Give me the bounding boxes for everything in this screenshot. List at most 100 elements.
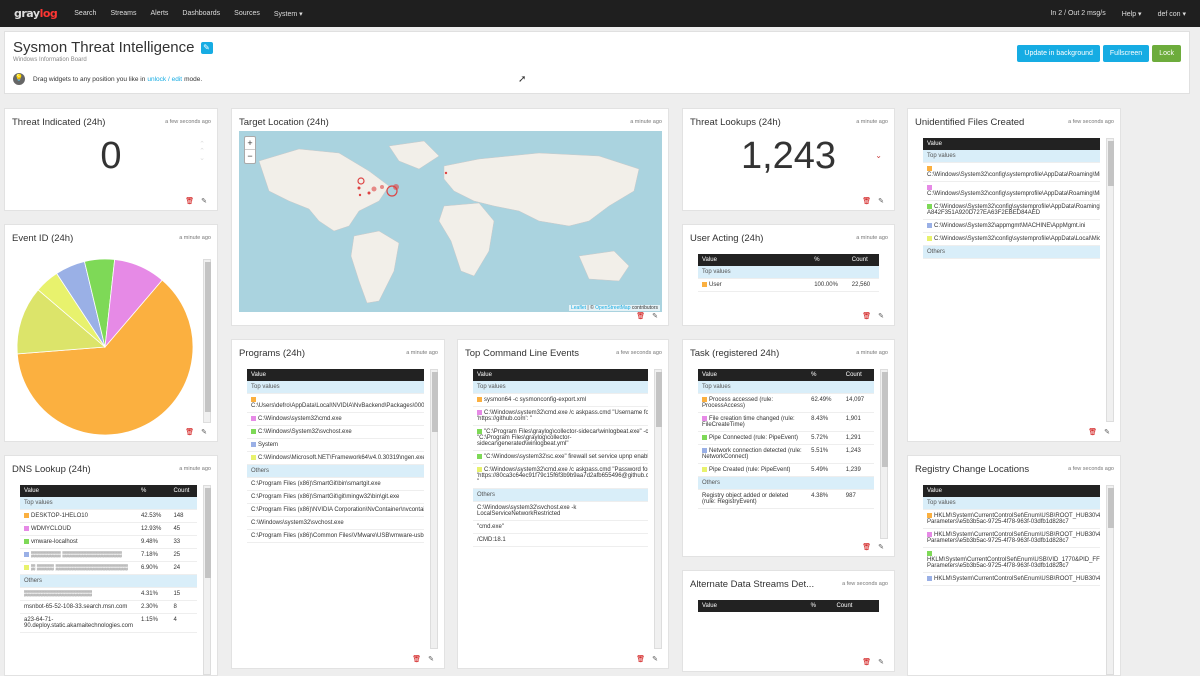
scrollbar[interactable] <box>880 369 888 539</box>
table-row[interactable]: /CMD:18.10.81%8 <box>473 533 648 548</box>
edit-widget-icon[interactable]: ✎ <box>201 428 207 436</box>
table-row[interactable]: C:\Windows\System32\appmgmt\MACHINE\AppM… <box>923 219 1100 234</box>
delete-widget-icon[interactable]: 🗑 <box>862 197 871 205</box>
table-row[interactable]: C:\Windows\system32\cmd.exe /c askpass.c… <box>473 463 648 490</box>
delete-widget-icon[interactable]: 🗑 <box>185 197 194 205</box>
scrollbar[interactable] <box>430 369 438 649</box>
user-menu[interactable]: def con ▾ <box>1158 10 1186 18</box>
table-row[interactable]: ▒▒▒▒▒▒▒ ▒▒▒▒▒▒▒▒▒▒▒▒▒▒ 7.18% 25 <box>20 548 197 563</box>
edit-widget-icon[interactable]: ✎ <box>878 543 884 551</box>
table-row[interactable]: C:\Program Files (x86)\SmartGit\git\ming… <box>247 490 424 505</box>
table-row[interactable]: User 100.00% 22,560 <box>698 278 879 293</box>
table-row[interactable]: C:\Windows\system32\cmd.exe /c askpass.c… <box>473 406 648 427</box>
table-row[interactable]: C:\Users\defro\AppData\Local\NVIDIA\NvBa… <box>247 393 424 414</box>
table-row[interactable]: C:\Windows\System32\svchost.exe13.97%1,1… <box>247 425 424 440</box>
column-header[interactable]: Value <box>923 485 1100 497</box>
table-row[interactable]: HKLM\System\CurrentControlSet\Enum\USB\R… <box>923 528 1100 549</box>
table-row[interactable]: C:\Program Files (x86)\SmartGit\bin\smar… <box>247 477 424 492</box>
column-header[interactable]: Value <box>247 369 424 381</box>
table-row[interactable]: C:\Windows\Microsoft.NET\Framework64\v4.… <box>247 451 424 466</box>
table-row[interactable]: C:\Windows\System32\config\systemprofile… <box>923 181 1100 202</box>
widget-task-registered[interactable]: Task (registered 24h) a minute ago Value… <box>682 339 895 557</box>
table-row[interactable]: HKLM\System\CurrentControlSet\Enum\USB\V… <box>923 547 1100 574</box>
table-row[interactable]: msnbot-65-52-108-33.search.msn.com 2.30% 8 <box>20 600 197 615</box>
table-row[interactable]: WDMYCLOUD 12.93% 45 <box>20 522 197 537</box>
column-header[interactable]: % <box>810 254 848 266</box>
help-menu[interactable]: Help ▾ <box>1122 10 1142 18</box>
table-row[interactable]: Registry object added or deleted (rule: … <box>698 489 874 510</box>
scrollbar[interactable] <box>203 485 211 675</box>
column-header[interactable]: Count <box>169 485 197 497</box>
scrollbar[interactable] <box>654 369 662 649</box>
column-header[interactable]: Value <box>698 254 811 266</box>
table-row[interactable]: C:\Windows\System32\config\systemprofile… <box>923 232 1100 247</box>
column-header[interactable]: Value <box>473 369 648 381</box>
table-row[interactable]: C:\Program Files (x86)\NVIDIA Corporatio… <box>247 503 424 518</box>
widget-threat-indicated[interactable]: Threat Indicated (24h) a few seconds ago… <box>4 108 218 211</box>
delete-widget-icon[interactable]: 🗑 <box>412 655 421 663</box>
widget-programs[interactable]: Programs (24h) a minute ago Value%CountT… <box>231 339 445 669</box>
table-row[interactable]: Pipe Created (rule: PipeEvent) 5.49% 1,239 <box>698 463 874 478</box>
column-header[interactable]: Count <box>847 254 879 266</box>
edit-widget-icon[interactable]: ✎ <box>878 658 884 666</box>
widget-top-command-line[interactable]: Top Command Line Events a few seconds ag… <box>457 339 669 669</box>
table-row[interactable]: "cmd.exe"0.81%8 <box>473 520 648 535</box>
edit-widget-icon[interactable]: ✎ <box>1104 428 1110 436</box>
table-row[interactable]: C:\Windows\system32\svchost.exe -k Local… <box>473 501 648 522</box>
column-header[interactable]: % <box>807 369 842 381</box>
edit-widget-icon[interactable]: ✎ <box>201 197 207 205</box>
table-row[interactable]: System9.67%815 <box>247 438 424 453</box>
nav-alerts[interactable]: Alerts <box>151 10 169 17</box>
nav-streams[interactable]: Streams <box>110 10 136 17</box>
table-row[interactable]: a23-64-71-90.deploy.static.akamaitechnol… <box>20 613 197 634</box>
table-row[interactable]: "C:\Program Files\graylog\collector-side… <box>473 425 648 452</box>
zoom-out-button[interactable]: − <box>245 150 255 163</box>
widget-threat-lookups[interactable]: Threat Lookups (24h) a minute ago 1,243 … <box>682 108 895 211</box>
widget-event-id[interactable]: Event ID (24h) a minute ago 🗑 ✎ <box>4 224 218 442</box>
table-row[interactable]: C:\Windows\System32\config\systemprofile… <box>923 162 1100 183</box>
delete-widget-icon[interactable]: 🗑 <box>1088 428 1097 436</box>
zoom-in-button[interactable]: + <box>245 137 255 150</box>
edit-widget-icon[interactable]: ✎ <box>428 655 434 663</box>
widget-unidentified-files[interactable]: Unidentified Files Created a few seconds… <box>907 108 1121 442</box>
widget-target-location[interactable]: Target Location (24h) a minute ago + − L… <box>231 108 669 326</box>
scrollbar[interactable] <box>1106 138 1114 422</box>
table-row[interactable]: "C:\Windows\system32\sc.exe" firewall se… <box>473 450 648 465</box>
lock-button[interactable]: Lock <box>1152 45 1181 62</box>
table-row[interactable]: Pipe Connected (rule: PipeEvent) 5.72% 1,2… <box>698 431 874 446</box>
table-row[interactable]: C:\Windows\system32\cmd.exe17.39%1,465 <box>247 412 424 427</box>
graylog-logo[interactable]: graylog <box>14 7 58 20</box>
widget-registry-change-locations[interactable]: Registry Change Locations a few seconds … <box>907 455 1121 676</box>
table-row[interactable]: HKLM\System\CurrentControlSet\Enum\USB\R… <box>923 572 1100 587</box>
edit-widget-icon[interactable]: ✎ <box>652 312 658 320</box>
delete-widget-icon[interactable]: 🗑 <box>862 543 871 551</box>
column-header[interactable]: % <box>806 600 833 612</box>
table-row[interactable]: sysmon64 -c sysmonconfig-export.xml1.62%… <box>473 393 648 408</box>
widget-alternate-data-streams[interactable]: Alternate Data Streams Det... a few seco… <box>682 570 895 672</box>
table-row[interactable]: C:\Program Files (x86)\Common Files\VMwa… <box>247 529 424 544</box>
table-row[interactable]: Network connection detected (rule: Netwo… <box>698 444 874 465</box>
column-header[interactable]: Count <box>841 369 874 381</box>
column-header[interactable]: Value <box>923 138 1100 150</box>
nav-dashboards[interactable]: Dashboards <box>182 10 220 17</box>
leaflet-link[interactable]: Leaflet <box>571 305 586 311</box>
scrollbar[interactable] <box>1106 485 1114 675</box>
edit-widget-icon[interactable]: ✎ <box>878 197 884 205</box>
delete-widget-icon[interactable]: 🗑 <box>185 428 194 436</box>
table-row[interactable]: DESKTOP-1HELO10 42.53% 148 <box>20 509 197 524</box>
widget-dns-lookup[interactable]: DNS Lookup (24h) a minute ago Value% Coun… <box>4 455 218 676</box>
scrollbar[interactable] <box>203 259 211 423</box>
delete-widget-icon[interactable]: 🗑 <box>862 658 871 666</box>
world-map[interactable]: + − Leaflet | © OpenStreetMap contributo… <box>239 131 662 312</box>
widget-user-acting[interactable]: User Acting (24h) a minute ago Value% Cou… <box>682 224 895 326</box>
nav-search[interactable]: Search <box>74 10 96 17</box>
edit-widget-icon[interactable]: ✎ <box>652 655 658 663</box>
table-row[interactable]: C:\Windows\System32\config\systemprofile… <box>923 200 1100 221</box>
fullscreen-button[interactable]: Fullscreen <box>1102 45 1150 62</box>
delete-widget-icon[interactable]: 🗑 <box>636 312 645 320</box>
column-header[interactable]: % <box>136 485 170 497</box>
table-row[interactable]: ▒▒▒▒▒▒▒▒▒▒▒▒▒▒▒▒ 4.31% 15 <box>20 587 197 602</box>
column-header[interactable]: Count <box>832 600 879 612</box>
update-background-button[interactable]: Update in background <box>1017 45 1100 62</box>
table-row[interactable]: HKLM\System\CurrentControlSet\Enum\USB\R… <box>923 509 1100 530</box>
